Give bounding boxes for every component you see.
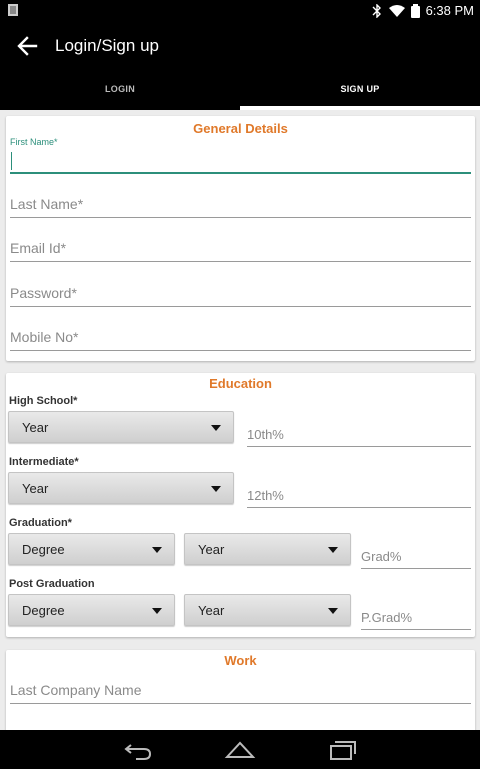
back-arrow-icon[interactable] <box>14 32 42 60</box>
email-field[interactable]: Email Id* <box>10 238 471 262</box>
last-company-placeholder: Last Company Name <box>10 682 142 698</box>
grad-percent-placeholder: Grad% <box>361 549 402 564</box>
twelfth-percent-field[interactable]: 12th% <box>247 484 471 508</box>
post-grad-percent-field[interactable]: P.Grad% <box>361 606 471 630</box>
sign-up-form: General Details First Name* Last Name* E… <box>0 110 480 730</box>
dropdown-arrow-icon <box>211 486 221 492</box>
education-title: Education <box>209 376 272 391</box>
post-graduation-year-value: Year <box>198 603 225 618</box>
password-placeholder: Password* <box>10 285 77 301</box>
mobile-placeholder: Mobile No* <box>10 329 79 345</box>
wifi-icon <box>388 4 405 17</box>
graduation-degree-value: Degree <box>22 542 65 557</box>
first-name-label: First Name* <box>10 137 58 147</box>
general-details-card: General Details First Name* Last Name* E… <box>6 116 475 361</box>
graduation-year-value: Year <box>198 542 225 557</box>
graduation-label: Graduation* <box>9 517 72 529</box>
app-bar: Login/Sign up <box>0 22 480 70</box>
system-nav-bar <box>0 730 480 769</box>
last-company-field[interactable]: Last Company Name <box>10 680 471 704</box>
password-field[interactable]: Password* <box>10 283 471 307</box>
post-graduation-degree-select[interactable]: Degree <box>8 594 175 626</box>
work-card: Work Last Company Name <box>6 650 475 730</box>
mobile-field[interactable]: Mobile No* <box>10 327 471 351</box>
bluetooth-icon <box>371 3 383 18</box>
tenth-percent-field[interactable]: 10th% <box>247 423 471 447</box>
tab-bar: LOGIN SIGN UP <box>0 70 480 110</box>
page-title: Login/Sign up <box>55 36 159 55</box>
status-bar: 6:38 PM <box>0 0 480 22</box>
education-card: Education High School* Year 10th% Interm… <box>6 373 475 637</box>
dropdown-arrow-icon <box>152 547 162 553</box>
dropdown-arrow-icon <box>328 608 338 614</box>
text-cursor <box>11 152 12 170</box>
post-graduation-label: Post Graduation <box>9 578 95 590</box>
grad-percent-field[interactable]: Grad% <box>361 545 471 569</box>
dropdown-arrow-icon <box>152 608 162 614</box>
dropdown-arrow-icon <box>211 425 221 431</box>
battery-icon <box>410 3 420 18</box>
high-school-label: High School* <box>9 395 78 407</box>
nav-recents-icon[interactable] <box>327 738 359 762</box>
nav-back-icon[interactable] <box>122 738 154 762</box>
nav-home-icon[interactable] <box>224 738 256 762</box>
first-name-field[interactable] <box>10 150 471 174</box>
tenth-percent-placeholder: 10th% <box>247 427 284 442</box>
last-name-field[interactable]: Last Name* <box>10 194 471 218</box>
graduation-year-select[interactable]: Year <box>184 533 351 565</box>
intermediate-year-select[interactable]: Year <box>8 472 234 504</box>
twelfth-percent-placeholder: 12th% <box>247 488 284 503</box>
general-details-title: General Details <box>193 121 288 136</box>
high-school-year-select[interactable]: Year <box>8 411 234 443</box>
tab-sign-up[interactable]: SIGN UP <box>240 70 480 110</box>
intermediate-year-value: Year <box>22 481 49 496</box>
last-name-placeholder: Last Name* <box>10 196 84 212</box>
work-title: Work <box>224 653 257 668</box>
clock-time: 6:38 PM <box>425 3 474 18</box>
graduation-degree-select[interactable]: Degree <box>8 533 175 565</box>
post-grad-percent-placeholder: P.Grad% <box>361 610 413 625</box>
high-school-year-value: Year <box>22 420 49 435</box>
intermediate-label: Intermediate* <box>9 456 79 468</box>
post-graduation-year-select[interactable]: Year <box>184 594 351 626</box>
notification-icon <box>8 4 18 16</box>
dropdown-arrow-icon <box>328 547 338 553</box>
email-placeholder: Email Id* <box>10 240 67 256</box>
post-graduation-degree-value: Degree <box>22 603 65 618</box>
tab-login[interactable]: LOGIN <box>0 70 240 110</box>
